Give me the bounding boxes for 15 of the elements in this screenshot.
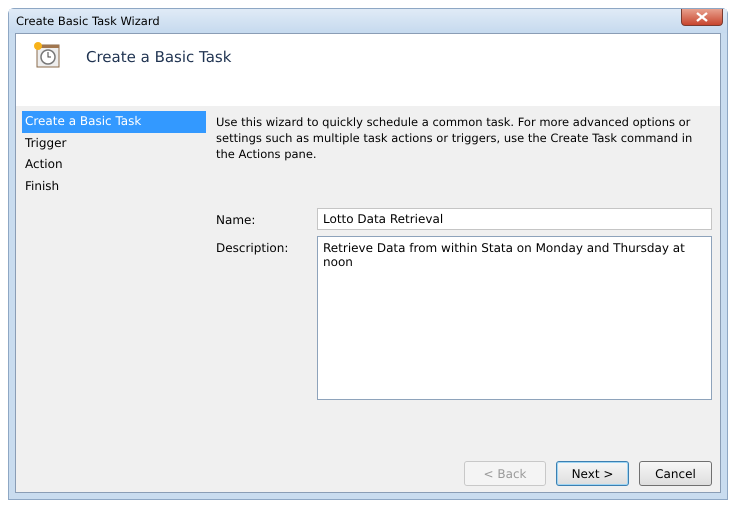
intro-text: Use this wizard to quickly schedule a common task. For more advanced options or settings such as multiple task actions or triggers, use the Create Task command in the Actions pane. — [216, 114, 694, 162]
step-item[interactable]: Action — [22, 154, 206, 176]
header-title: Create a Basic Task — [86, 48, 232, 66]
field-label: Description: — [216, 240, 290, 255]
window-title: Create Basic Task Wizard — [16, 14, 160, 28]
step-item[interactable]: Trigger — [22, 132, 206, 154]
description-field[interactable]: Retrieve Data from within Stata on Monday and Thursday at noon — [317, 236, 712, 400]
name-field[interactable]: Lotto Data Retrieval — [317, 208, 712, 230]
clock-icon — [32, 40, 62, 70]
close-button[interactable] — [681, 9, 723, 26]
wizard-button[interactable]: Cancel — [639, 461, 712, 486]
step-item[interactable]: Finish — [22, 176, 206, 197]
field-label: Name: — [216, 212, 256, 227]
close-icon — [695, 12, 709, 22]
wizard-button[interactable]: Next > — [556, 461, 629, 486]
